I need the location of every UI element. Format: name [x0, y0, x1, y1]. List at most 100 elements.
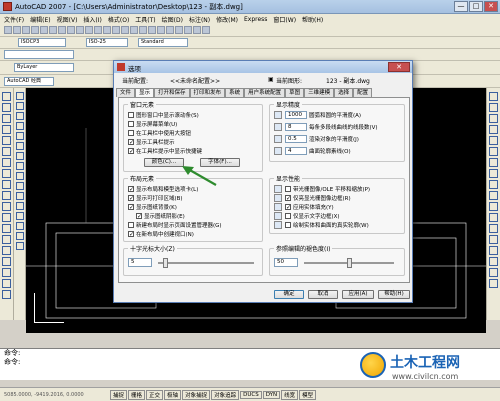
move-icon[interactable] [15, 142, 24, 150]
menu-format[interactable]: 格式(O) [108, 15, 129, 24]
ducs-toggle[interactable]: DUCS [240, 390, 262, 399]
quick-dim-icon[interactable] [489, 180, 498, 189]
dim-arc-icon[interactable] [489, 114, 498, 123]
open-icon[interactable] [13, 26, 21, 34]
checkbox-checked-icon[interactable]: ✓ [285, 204, 291, 211]
ellipse-icon[interactable] [2, 191, 11, 200]
dialog-title-bar[interactable]: 选项 ✕ [114, 61, 412, 73]
model-toggle[interactable]: 模型 [299, 389, 317, 400]
menu-express[interactable]: Express [244, 16, 267, 23]
check-raster-pan[interactable]: 带光栅图像/OLE 平移和缩放(P) [274, 185, 370, 193]
explode-icon[interactable] [15, 242, 24, 250]
checkbox-icon[interactable] [285, 213, 291, 219]
arc-smoothness-input[interactable]: 1000 [285, 111, 307, 119]
tab-system[interactable]: 系统 [225, 88, 245, 97]
snap-toggle[interactable]: 捕捉 [110, 389, 128, 400]
calc-icon[interactable] [193, 26, 201, 34]
tab-plot-publish[interactable]: 打印和发布 [189, 88, 226, 97]
mirror-icon[interactable] [15, 112, 24, 120]
preview-icon[interactable] [40, 26, 48, 34]
dim-radius-icon[interactable] [489, 136, 498, 145]
publish-icon[interactable] [49, 26, 57, 34]
zoom-window-icon[interactable] [130, 26, 138, 34]
checkbox-checked-icon[interactable]: ✓ [128, 231, 134, 238]
check-page-setup-manager[interactable]: 新建布局时显示页面设置管理器(G) [128, 221, 222, 229]
tab-profiles[interactable]: 配置 [353, 88, 373, 97]
circle-icon[interactable] [2, 158, 11, 167]
pan-icon[interactable] [112, 26, 120, 34]
paste-icon[interactable] [76, 26, 84, 34]
checkbox-icon[interactable] [128, 112, 134, 118]
apply-button[interactable]: 应用(A) [342, 290, 374, 299]
crosshair-size-input[interactable]: 5 [128, 258, 152, 267]
dim-style-select[interactable]: ISO-25 [86, 38, 128, 47]
undo-icon[interactable] [94, 26, 102, 34]
print-icon[interactable] [31, 26, 39, 34]
tab-open-save[interactable]: 打开和保存 [154, 88, 190, 97]
spline-icon[interactable] [2, 180, 11, 189]
check-paper-background[interactable]: ✓ 显示图纸背景(K) [128, 203, 177, 211]
zoom-icon[interactable] [121, 26, 129, 34]
menu-draw[interactable]: 绘图(D) [162, 15, 183, 24]
dim-linear-icon[interactable] [489, 92, 498, 101]
dim-jogged-icon[interactable] [489, 147, 498, 156]
chamfer-icon[interactable] [15, 222, 24, 230]
polygon-icon[interactable] [2, 125, 11, 134]
colors-button[interactable]: 颜色(C)... [144, 158, 184, 167]
check-solid-fill[interactable]: ✓ 应用实体填充(Y) [274, 203, 334, 211]
arc-icon[interactable] [2, 147, 11, 156]
check-tooltips[interactable]: ✓ 显示工具栏提示 [128, 138, 175, 146]
check-text-frame[interactable]: 仅显示文字边框(X) [274, 212, 340, 220]
checkbox-icon[interactable] [128, 222, 134, 228]
line-icon[interactable] [2, 92, 11, 101]
check-true-silhouettes[interactable]: 绘制实体和曲面的真实轮廓(W) [274, 221, 369, 229]
check-shortcut-keys[interactable]: ✓ 在工具栏提示中显示快捷键 [128, 147, 202, 155]
polar-toggle[interactable]: 极轴 [164, 389, 182, 400]
trim-icon[interactable] [15, 182, 24, 190]
polyline-icon[interactable] [2, 114, 11, 123]
redo-icon[interactable] [103, 26, 111, 34]
table-icon[interactable] [2, 279, 11, 288]
cancel-button[interactable]: 取消 [308, 290, 338, 299]
render-smoothness-input[interactable]: 0.5 [285, 135, 307, 143]
menu-view[interactable]: 视图(V) [57, 15, 78, 24]
tab-files[interactable]: 文件 [116, 88, 136, 97]
close-button[interactable]: ✕ [484, 1, 498, 12]
dim-angular-icon[interactable] [489, 169, 498, 178]
help-button[interactable]: 帮助(H) [378, 290, 410, 299]
menu-help[interactable]: 帮助(H) [302, 15, 323, 24]
autocad-app-icon[interactable] [3, 2, 12, 11]
join-icon[interactable] [15, 212, 24, 220]
menu-modify[interactable]: 修改(M) [216, 15, 238, 24]
crosshair-size-track[interactable] [158, 262, 254, 264]
checkbox-checked-icon[interactable]: ✓ [128, 139, 134, 146]
design-center-icon[interactable] [157, 26, 165, 34]
fade-control-input[interactable]: 50 [274, 258, 298, 267]
checkbox-icon[interactable] [128, 130, 134, 136]
dim-update-icon[interactable] [489, 268, 498, 277]
rotate-icon[interactable] [15, 152, 24, 160]
workspace-select[interactable]: AutoCAD 经典 [4, 77, 54, 86]
offset-icon[interactable] [15, 122, 24, 130]
cut-icon[interactable] [58, 26, 66, 34]
new-icon[interactable] [4, 26, 12, 34]
ortho-toggle[interactable]: 正交 [146, 389, 164, 400]
menu-tools[interactable]: 工具(T) [135, 15, 155, 24]
check-paper-shadow[interactable]: ✓ 显示图纸阴影(E) [136, 212, 185, 220]
checkbox-checked-icon[interactable]: ✓ [128, 195, 134, 202]
checkbox-checked-icon[interactable]: ✓ [128, 186, 134, 193]
menu-dimension[interactable]: 标注(N) [189, 15, 210, 24]
grid-toggle[interactable]: 栅格 [128, 389, 146, 400]
tab-drafting[interactable]: 草图 [285, 88, 305, 97]
rectangle-icon[interactable] [2, 136, 11, 145]
checkbox-icon[interactable] [285, 186, 291, 192]
region-icon[interactable] [2, 268, 11, 277]
tab-user-preferences[interactable]: 用户系统配置 [244, 88, 286, 97]
dim-edit-icon[interactable] [489, 246, 498, 255]
dim-text-edit-icon[interactable] [489, 257, 498, 266]
dim-ordinate-icon[interactable] [489, 125, 498, 134]
checkbox-icon[interactable] [128, 121, 134, 127]
checkbox-checked-icon[interactable]: ✓ [128, 148, 134, 155]
mtext-icon[interactable] [2, 290, 11, 299]
menu-window[interactable]: 窗口(W) [273, 15, 296, 24]
